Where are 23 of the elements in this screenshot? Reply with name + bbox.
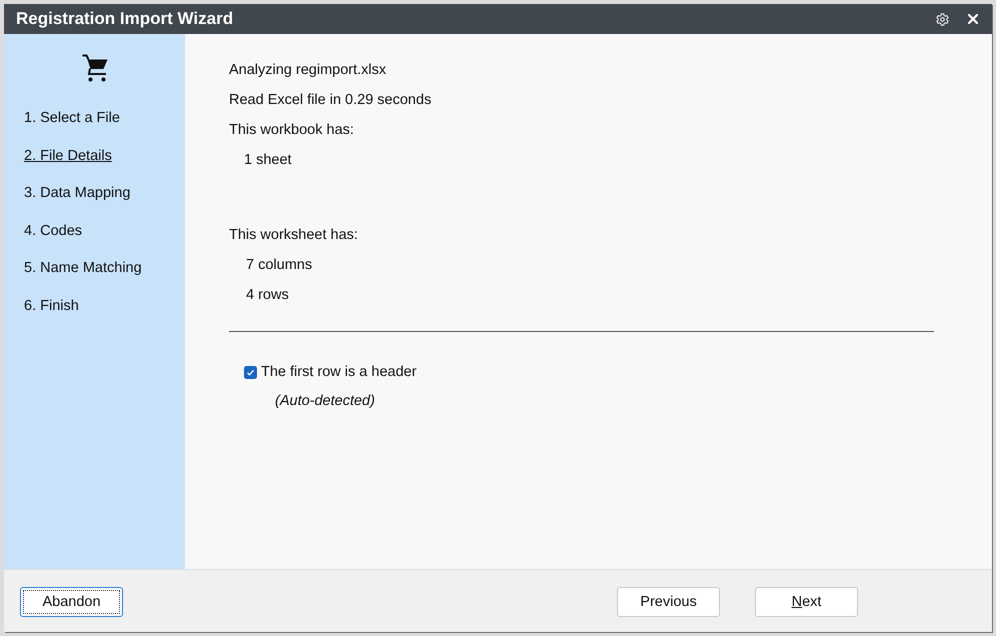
count-text: 7 columns — [246, 257, 312, 274]
wizard-step[interactable]: 5. Name Matching — [24, 260, 142, 276]
wizard-step[interactable]: 6. Finish — [24, 298, 79, 314]
dialog-button[interactable]: Abandon — [20, 587, 123, 617]
window-title: Registration Import Wizard — [16, 9, 234, 29]
checkbox-label: The first row is a header — [261, 364, 417, 381]
checkbox[interactable] — [244, 366, 257, 379]
status-text: Read Excel file in 0.29 seconds — [229, 92, 432, 109]
wizard-step[interactable]: 4. Codes — [24, 222, 82, 239]
close-icon[interactable] — [968, 14, 978, 24]
count-text: 4 rows — [246, 287, 289, 304]
wizard-step[interactable]: 1. Select a File — [24, 110, 120, 126]
count-text: 1 sheet — [244, 152, 292, 169]
dialog-button[interactable]: Previous — [617, 587, 720, 617]
dialog-button[interactable]: Next — [755, 587, 858, 617]
section-heading: This worksheet has: — [229, 227, 358, 244]
auto-detected-note: (Auto-detected) — [275, 393, 375, 410]
settings-icon[interactable] — [936, 12, 949, 26]
wizard-step[interactable]: 3. Data Mapping — [24, 185, 130, 202]
section-heading: This workbook has: — [229, 122, 354, 139]
shopping-cart-icon — [82, 54, 108, 82]
status-text: Analyzing regimport.xlsx — [229, 62, 386, 79]
wizard-step[interactable]: 2. File Details — [24, 148, 112, 164]
